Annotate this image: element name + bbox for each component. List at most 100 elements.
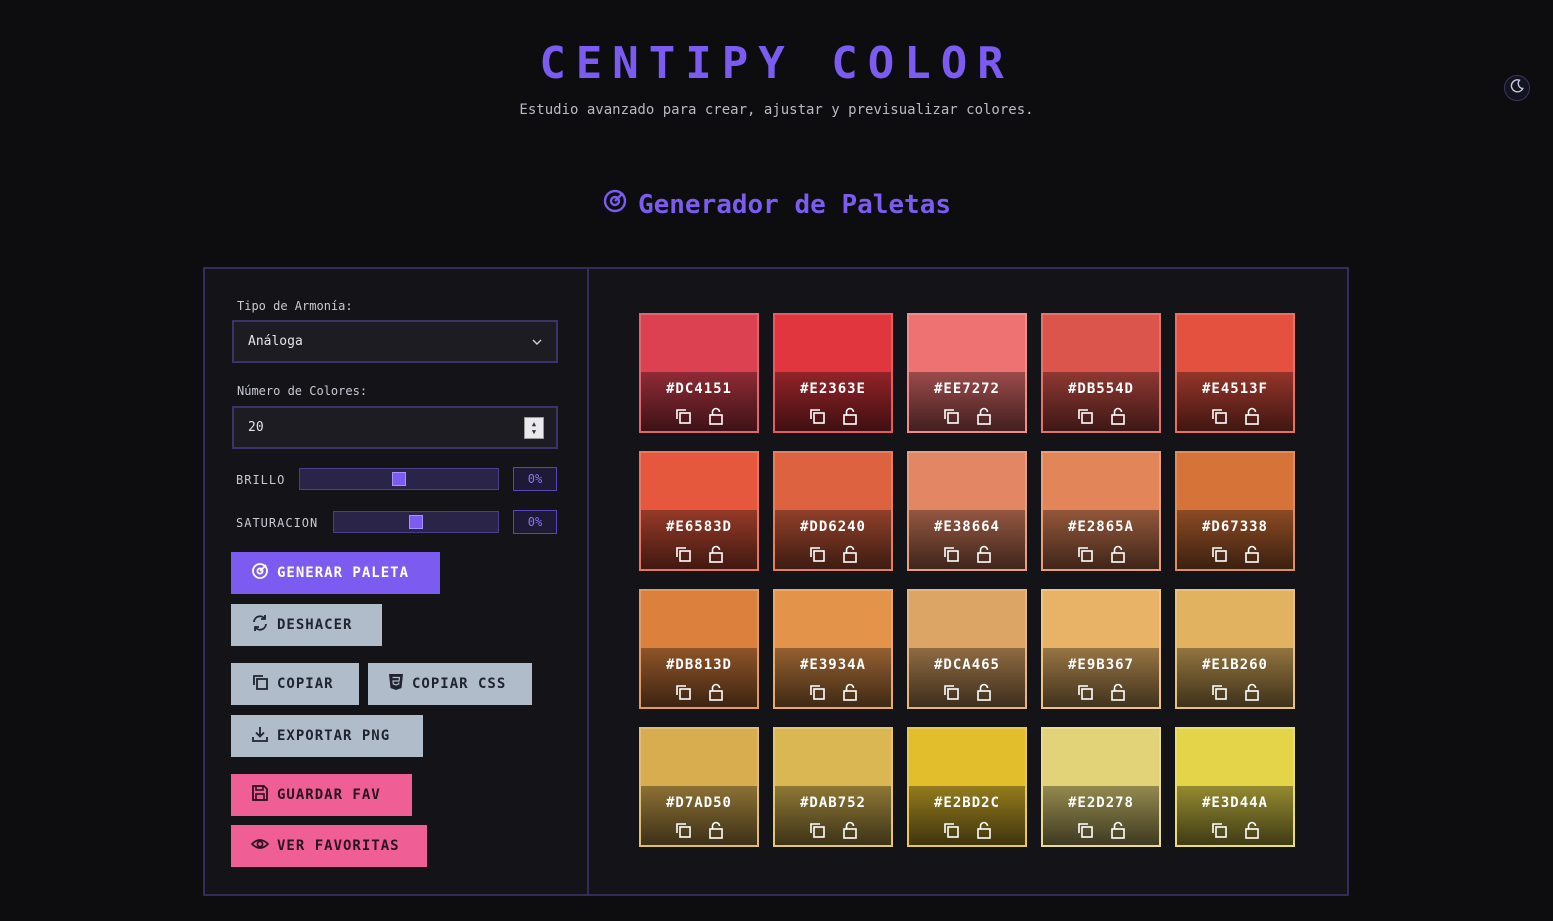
- unlock-icon[interactable]: [976, 407, 992, 425]
- stepper-up-icon[interactable]: ▲: [532, 420, 536, 428]
- color-swatch[interactable]: #E4513F: [1175, 313, 1295, 433]
- target-icon: [602, 188, 628, 221]
- copy-label: COPIAR: [277, 676, 334, 692]
- copy-icon[interactable]: [674, 821, 692, 839]
- color-swatch[interactable]: #E38664: [907, 451, 1027, 571]
- brightness-slider[interactable]: [299, 468, 499, 490]
- eye-icon: [250, 835, 270, 857]
- swatch-hex-code: #DB813D: [665, 657, 732, 673]
- swatch-actions: [1043, 545, 1159, 563]
- color-swatch[interactable]: #D67338: [1175, 451, 1295, 571]
- unlock-icon[interactable]: [708, 683, 724, 701]
- copy-icon[interactable]: [1076, 683, 1094, 701]
- copy-icon[interactable]: [942, 407, 960, 425]
- swatch-hex-code: #E38664: [933, 519, 1000, 535]
- swatch-actions: [775, 821, 891, 839]
- brightness-label: BRILLO: [236, 473, 286, 487]
- unlock-icon[interactable]: [1110, 407, 1126, 425]
- swatch-actions: [909, 545, 1025, 563]
- unlock-icon[interactable]: [1244, 545, 1260, 563]
- copy-css-button[interactable]: COPIAR CSS: [368, 663, 532, 705]
- color-count-input[interactable]: 20 ▲ ▼: [232, 406, 558, 449]
- unlock-icon[interactable]: [1110, 683, 1126, 701]
- swatch-actions: [641, 407, 757, 425]
- swatch-actions: [641, 545, 757, 563]
- color-swatch[interactable]: #E9B367: [1041, 589, 1161, 709]
- color-swatch[interactable]: #E2363E: [773, 313, 893, 433]
- copy-icon[interactable]: [674, 407, 692, 425]
- palette-grid: #DC4151 #E2363E #EE7272 #DB554D #E4513F #E658…: [639, 313, 1295, 847]
- swatch-hex-code: #E2BD2C: [933, 795, 1000, 811]
- copy-icon[interactable]: [942, 683, 960, 701]
- unlock-icon[interactable]: [1244, 683, 1260, 701]
- copy-icon[interactable]: [1210, 407, 1228, 425]
- copy-icon[interactable]: [808, 821, 826, 839]
- color-swatch[interactable]: #D7AD50: [639, 727, 759, 847]
- view-favorites-button[interactable]: VER FAVORITAS: [231, 825, 427, 867]
- copy-icon[interactable]: [1076, 821, 1094, 839]
- unlock-icon[interactable]: [842, 407, 858, 425]
- swatch-actions: [1177, 545, 1293, 563]
- color-swatch[interactable]: #DB554D: [1041, 313, 1161, 433]
- target-icon: [251, 562, 269, 584]
- unlock-icon[interactable]: [1244, 407, 1260, 425]
- copy-icon[interactable]: [808, 683, 826, 701]
- export-png-button[interactable]: EXPORTAR PNG: [231, 715, 423, 757]
- unlock-icon[interactable]: [842, 683, 858, 701]
- color-swatch[interactable]: #DB813D: [639, 589, 759, 709]
- copy-icon[interactable]: [808, 545, 826, 563]
- color-swatch[interactable]: #E2D278: [1041, 727, 1161, 847]
- color-swatch[interactable]: #DAB752: [773, 727, 893, 847]
- unlock-icon[interactable]: [1244, 821, 1260, 839]
- copy-icon[interactable]: [1210, 821, 1228, 839]
- copy-icon[interactable]: [1210, 683, 1228, 701]
- theme-toggle-button[interactable]: [1504, 75, 1530, 101]
- brightness-slider-thumb[interactable]: [392, 472, 406, 486]
- copy-icon[interactable]: [1210, 545, 1228, 563]
- color-swatch[interactable]: #DCA465: [907, 589, 1027, 709]
- count-stepper[interactable]: ▲ ▼: [524, 416, 544, 439]
- copy-icon[interactable]: [808, 407, 826, 425]
- unlock-icon[interactable]: [708, 407, 724, 425]
- copy-css-label: COPIAR CSS: [412, 676, 507, 692]
- color-swatch[interactable]: #EE7272: [907, 313, 1027, 433]
- unlock-icon[interactable]: [842, 821, 858, 839]
- unlock-icon[interactable]: [976, 821, 992, 839]
- copy-button[interactable]: COPIAR: [231, 663, 359, 705]
- color-swatch[interactable]: #E2BD2C: [907, 727, 1027, 847]
- copy-icon[interactable]: [942, 545, 960, 563]
- app-subtitle: Estudio avanzado para crear, ajustar y p…: [519, 102, 1034, 118]
- color-swatch[interactable]: #E6583D: [639, 451, 759, 571]
- swatch-actions: [775, 545, 891, 563]
- copy-icon[interactable]: [1076, 407, 1094, 425]
- stepper-down-icon[interactable]: ▼: [532, 428, 536, 436]
- unlock-icon[interactable]: [708, 821, 724, 839]
- color-swatch[interactable]: #E1B260: [1175, 589, 1295, 709]
- chevron-down-icon: [532, 334, 542, 349]
- save-favorite-button[interactable]: GUARDAR FAV: [231, 774, 412, 816]
- undo-button[interactable]: DESHACER: [231, 604, 382, 646]
- unlock-icon[interactable]: [708, 545, 724, 563]
- color-swatch[interactable]: #E3934A: [773, 589, 893, 709]
- saturation-slider[interactable]: [333, 511, 499, 533]
- unlock-icon[interactable]: [842, 545, 858, 563]
- color-swatch[interactable]: #E2865A: [1041, 451, 1161, 571]
- brightness-value: 0%: [513, 467, 557, 491]
- saturation-slider-thumb[interactable]: [409, 515, 423, 529]
- css-file-icon: [388, 673, 404, 695]
- copy-icon[interactable]: [674, 683, 692, 701]
- unlock-icon[interactable]: [1110, 545, 1126, 563]
- swatch-actions: [1043, 407, 1159, 425]
- unlock-icon[interactable]: [1110, 821, 1126, 839]
- copy-icon[interactable]: [1076, 545, 1094, 563]
- copy-icon[interactable]: [942, 821, 960, 839]
- color-swatch[interactable]: #DC4151: [639, 313, 759, 433]
- unlock-icon[interactable]: [976, 683, 992, 701]
- copy-icon[interactable]: [674, 545, 692, 563]
- color-swatch[interactable]: #E3D44A: [1175, 727, 1295, 847]
- harmony-select[interactable]: Análoga: [232, 320, 558, 363]
- color-swatch[interactable]: #DD6240: [773, 451, 893, 571]
- generate-palette-button[interactable]: GENERAR PALETA: [231, 552, 440, 594]
- export-png-label: EXPORTAR PNG: [277, 728, 391, 744]
- unlock-icon[interactable]: [976, 545, 992, 563]
